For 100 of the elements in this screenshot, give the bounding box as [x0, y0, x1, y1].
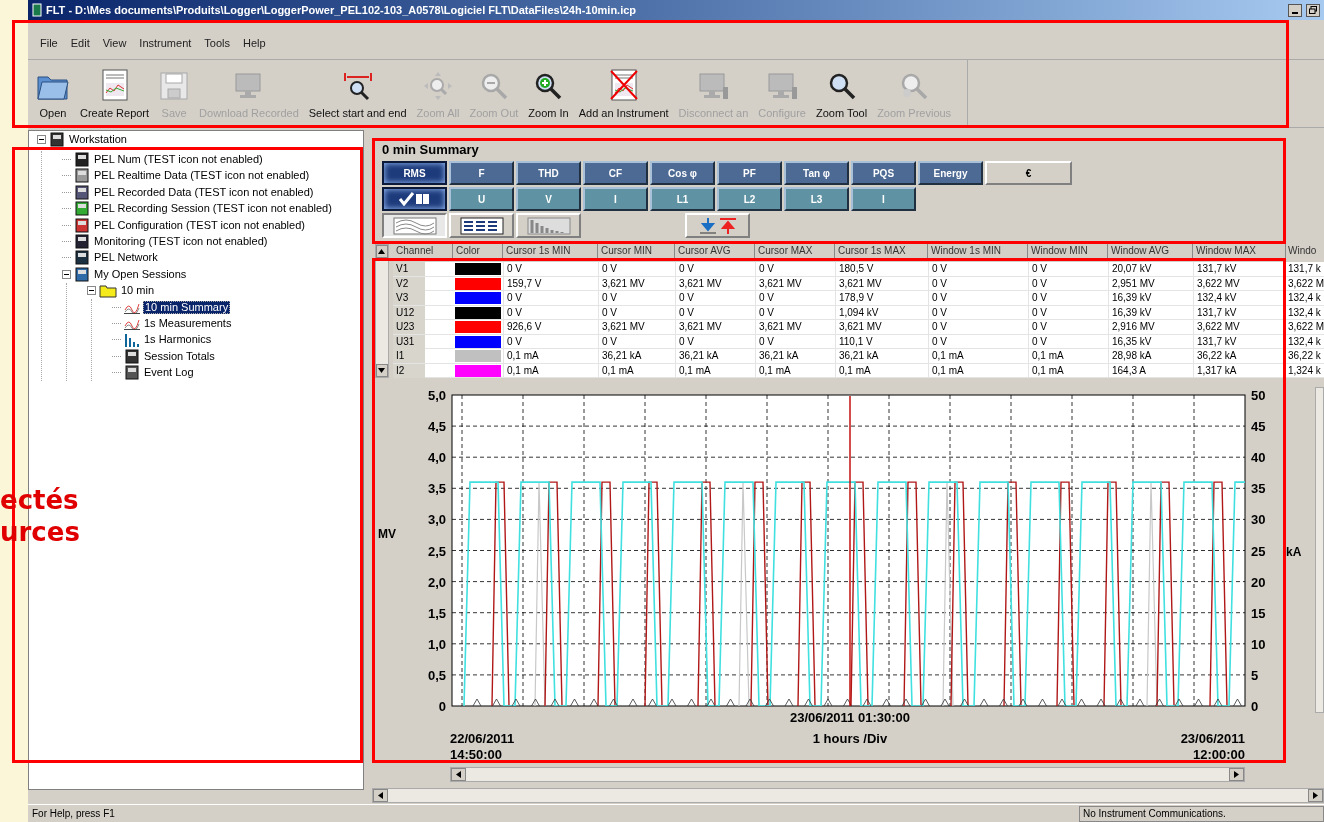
computer-icon — [697, 70, 730, 101]
measure-button[interactable]: € — [985, 161, 1072, 185]
check-pages-icon — [397, 192, 432, 206]
y-axis-tick-label: 5 — [1251, 667, 1259, 683]
tree-item[interactable]: Monitoring (TEST icon not enabled) — [93, 236, 269, 248]
collapse-toggle[interactable] — [62, 269, 71, 279]
bar-chart-icon — [124, 332, 140, 347]
toolbar-button[interactable]: Open — [32, 72, 74, 121]
chart-scrollbar[interactable] — [450, 767, 1245, 782]
table-cell: 0 V — [597, 334, 675, 349]
tree-item[interactable]: 1s Harmonics — [143, 334, 213, 346]
y-axis-tick-label: 1,5 — [427, 605, 446, 621]
scroll-right-icon[interactable] — [1229, 768, 1244, 781]
y-axis-tick-label: 0 — [1251, 699, 1259, 714]
vertical-scrollbar[interactable] — [1315, 387, 1324, 713]
menu-item[interactable]: Help — [243, 35, 266, 52]
measure-button[interactable]: Energy — [918, 161, 983, 185]
table-cell: 28,98 kA — [1107, 349, 1193, 363]
table-cell: 0 V — [674, 291, 755, 305]
tree-item[interactable]: Session Totals — [143, 350, 216, 362]
tree-item[interactable]: PEL Recorded Data (TEST icon not enabled) — [93, 186, 315, 198]
y-axis-tick-label: 1,0 — [427, 636, 446, 652]
horizontal-scrollbar[interactable] — [372, 788, 1324, 803]
y-axis-tick-label: 5,0 — [427, 388, 446, 403]
tree-item[interactable]: PEL Configuration (TEST icon not enabled) — [93, 219, 306, 231]
menu-item[interactable]: View — [102, 35, 127, 52]
table-cell: 0,1 mA — [502, 349, 598, 363]
tree-item[interactable]: PEL Num (TEST icon not enabled) — [93, 154, 264, 166]
collapse-toggle[interactable] — [87, 286, 96, 296]
tree-item[interactable]: PEL Realtime Data (TEST icon not enabled) — [93, 170, 311, 182]
measure-button[interactable]: THD — [516, 161, 581, 185]
menu-item[interactable]: Tools — [204, 35, 230, 52]
tree-item[interactable]: 1s Measurements — [143, 318, 233, 329]
collapse-toggle[interactable] — [37, 134, 46, 144]
measure-button[interactable]: Cos φ — [650, 161, 715, 185]
folder-icon — [99, 283, 117, 298]
tree-item[interactable]: Workstation — [68, 133, 128, 145]
table-cell: 131,7 kV — [1192, 334, 1286, 349]
table-cell: 180,5 V — [834, 262, 928, 276]
table-cell: 164,3 A — [1107, 363, 1193, 378]
table-cell: 0 V — [927, 291, 1028, 305]
zoom-all-icon — [423, 70, 453, 101]
scroll-up-icon[interactable] — [376, 245, 388, 258]
toolbar-button[interactable]: Create Report — [76, 68, 154, 121]
table-cell: 132,4 kV — [1192, 291, 1286, 305]
table-cell: 110,1 V — [834, 334, 928, 349]
computer-icon — [766, 70, 799, 101]
restore-button[interactable] — [1306, 3, 1320, 17]
minimize-button[interactable] — [1288, 3, 1302, 17]
menu-item[interactable]: File — [40, 35, 58, 52]
table-cell: 1,094 kV — [834, 305, 928, 320]
measure-button[interactable]: F — [449, 161, 514, 185]
column-header[interactable]: Windo — [1285, 244, 1324, 258]
toolbar-button[interactable]: Zoom In — [524, 70, 573, 121]
table-cell: 36,21 kA — [597, 349, 675, 363]
range-zoom-icon — [342, 70, 373, 101]
channel-button[interactable] — [382, 187, 447, 211]
measure-button[interactable]: PQS — [851, 161, 916, 185]
vertical-scrollbar[interactable] — [375, 244, 389, 378]
restore-icon — [1309, 6, 1317, 14]
app-icon — [32, 3, 42, 17]
table-icon — [459, 216, 504, 235]
table-cell: 0 V — [1027, 334, 1108, 349]
measure-button[interactable]: CF — [583, 161, 648, 185]
table-cell: 3,621 MV — [674, 320, 755, 334]
scroll-down-icon[interactable] — [376, 364, 388, 377]
measure-button[interactable]: PF — [717, 161, 782, 185]
table-cell: 159,7 V — [502, 276, 598, 291]
table-cell: 0 V — [502, 305, 598, 320]
tree-item[interactable]: PEL Recording Session (TEST icon not enabled) — [93, 203, 333, 215]
toolbar-button[interactable]: Add an Instrument — [574, 68, 673, 121]
scroll-left-icon[interactable] — [373, 789, 388, 802]
table-cell: 0,1 mA — [927, 363, 1028, 378]
tree-item[interactable]: 10 min — [120, 285, 156, 297]
menu-item[interactable]: Edit — [70, 35, 90, 52]
table-cell: 926,6 V — [502, 320, 598, 334]
toolbar-button[interactable]: Select start and end — [304, 70, 411, 121]
menu-item[interactable]: Instrument — [139, 35, 192, 52]
y-axis-tick-label: 45 — [1251, 419, 1266, 435]
table-cell: 0 V — [1027, 262, 1108, 276]
toolbar-button[interactable]: Zoom Tool — [812, 70, 872, 121]
scroll-right-icon[interactable] — [1308, 789, 1323, 802]
y-axis-tick-label: 3,5 — [427, 481, 446, 497]
table-cell: 0 V — [927, 334, 1028, 349]
tree-item[interactable]: PEL Network — [93, 252, 159, 264]
y-axis-tick-label: 10 — [1251, 636, 1266, 652]
measure-button[interactable]: RMS — [382, 161, 447, 185]
table-cell: 0 V — [1027, 291, 1108, 305]
table-cell: 0 V — [1027, 276, 1108, 291]
tree-item[interactable]: 10 min Summary — [143, 300, 231, 314]
table-cell: 0,1 mA — [1027, 349, 1108, 363]
channel-cell: U23 — [392, 320, 425, 334]
table-cell: 16,35 kV — [1107, 334, 1193, 349]
table-cell: 3,621 MV — [754, 320, 835, 334]
tree-item[interactable]: Event Log — [143, 367, 195, 379]
tree-item[interactable]: My Open Sessions — [93, 268, 188, 280]
table-cell: 20,07 kV — [1107, 262, 1193, 276]
measure-button[interactable]: Tan φ — [784, 161, 849, 185]
scroll-left-icon[interactable] — [451, 768, 466, 781]
table-cell: 3,622 MV — [1192, 276, 1286, 291]
